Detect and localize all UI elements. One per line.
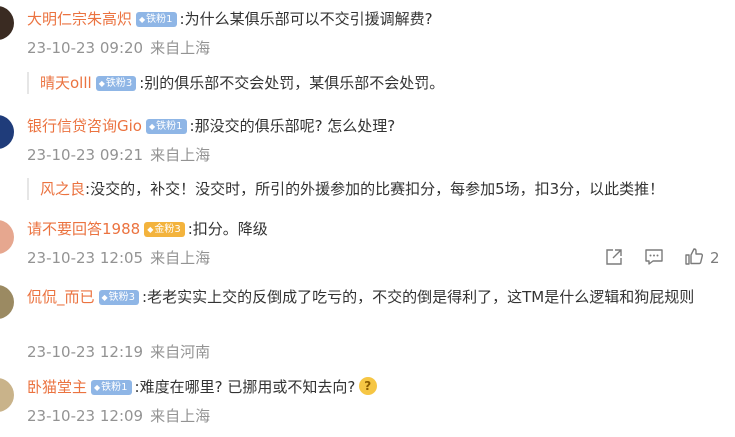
diamond-icon: ◆ — [101, 293, 108, 302]
thinking-emoji-icon — [359, 377, 378, 395]
fan-badge: ◆铁粉1 — [145, 119, 187, 134]
comment-meta: 23-10-23 12:09 来自上海 — [27, 405, 210, 427]
comment-meta: 23-10-23 12:19 来自河南 — [27, 341, 210, 363]
username[interactable]: 银行信贷咨询Gio — [27, 117, 142, 135]
comment-line: 大明仁宗朱高炽 ◆铁粉1:为什么某俱乐部可以不交引援调解费? — [27, 8, 433, 30]
diamond-icon: ◆ — [148, 122, 156, 131]
comment-text: :那没交的俱乐部呢? 怎么处理? — [189, 117, 396, 135]
reply: 晴天olll ◆铁粉3:别的俱乐部不交会处罚，某俱乐部不会处罚。 — [27, 72, 444, 94]
reply-text: :别的俱乐部不交会处罚，某俱乐部不会处罚。 — [139, 74, 445, 92]
comment-line: 银行信贷咨询Gio ◆铁粉1:那没交的俱乐部呢? 怎么处理? — [27, 115, 395, 137]
reply: 风之良:没交的，补交！没交时，所引的外援参加的比赛扣分，每参加5场，扣3分，以此… — [27, 178, 664, 200]
comment-text: :为什么某俱乐部可以不交引援调解费? — [179, 10, 433, 28]
avatar[interactable] — [0, 378, 14, 412]
thumbs-up-icon[interactable] — [684, 246, 706, 268]
comment-meta: 23-10-23 09:21 来自上海 — [27, 144, 210, 166]
avatar[interactable] — [0, 285, 14, 319]
comment-meta: 23-10-23 12:05 来自上海 — [27, 247, 210, 269]
timestamp: 23-10-23 12:19 — [27, 343, 144, 361]
diamond-icon: ◆ — [94, 383, 101, 392]
comment-text: :难度在哪里? 已挪用或不知去向? — [134, 378, 356, 396]
location: 来自上海 — [150, 249, 211, 267]
reply-text: :没交的，补交！没交时，所引的外援参加的比赛扣分，每参加5场，扣3分，以此类推！ — [85, 180, 665, 198]
fan-badge: ◆铁粉3 — [95, 76, 137, 91]
comment-icon[interactable] — [644, 247, 666, 269]
fan-badge: ◆金粉3 — [144, 222, 185, 237]
comment-text: :老老实实上交的反倒成了吃亏的，不交的倒是得利了，这TM是什么逻辑和狗屁规则 — [142, 288, 695, 306]
comment-line: 卧猫堂主 ◆铁粉1:难度在哪里? 已挪用或不知去向? — [27, 376, 378, 398]
timestamp: 23-10-23 09:20 — [27, 39, 144, 57]
diamond-icon: ◆ — [139, 15, 146, 24]
like-count: 2 — [710, 249, 720, 267]
location: 来自河南 — [150, 343, 211, 361]
location: 来自上海 — [150, 146, 211, 164]
username[interactable]: 请不要回答1988 — [27, 220, 140, 238]
share-icon[interactable] — [604, 247, 626, 269]
fan-badge: ◆铁粉1 — [136, 12, 177, 27]
comment-text: :扣分。降级 — [187, 220, 268, 238]
reply-username[interactable]: 晴天olll — [40, 74, 92, 92]
comment-meta: 23-10-23 09:20 来自上海 — [27, 37, 210, 59]
username[interactable]: 卧猫堂主 — [27, 378, 87, 396]
diamond-icon: ◆ — [147, 225, 154, 234]
fan-badge: ◆铁粉1 — [91, 380, 132, 395]
reply-username[interactable]: 风之良 — [40, 180, 85, 198]
timestamp: 23-10-23 12:09 — [27, 407, 144, 425]
timestamp: 23-10-23 09:21 — [27, 146, 144, 164]
comment-line: 侃侃_而已 ◆铁粉3:老老实实上交的反倒成了吃亏的，不交的倒是得利了，这TM是什么… — [27, 284, 717, 310]
fan-badge: ◆铁粉3 — [98, 290, 140, 305]
location: 来自上海 — [150, 407, 211, 425]
avatar[interactable] — [0, 6, 14, 40]
diamond-icon: ◆ — [98, 79, 105, 88]
location: 来自上海 — [150, 39, 211, 57]
timestamp: 23-10-23 12:05 — [27, 249, 144, 267]
avatar[interactable] — [0, 115, 14, 149]
comment-line: 请不要回答1988 ◆金粉3:扣分。降级 — [27, 218, 268, 240]
username[interactable]: 侃侃_而已 — [27, 288, 95, 306]
username[interactable]: 大明仁宗朱高炽 — [27, 10, 132, 28]
avatar[interactable] — [0, 220, 14, 254]
